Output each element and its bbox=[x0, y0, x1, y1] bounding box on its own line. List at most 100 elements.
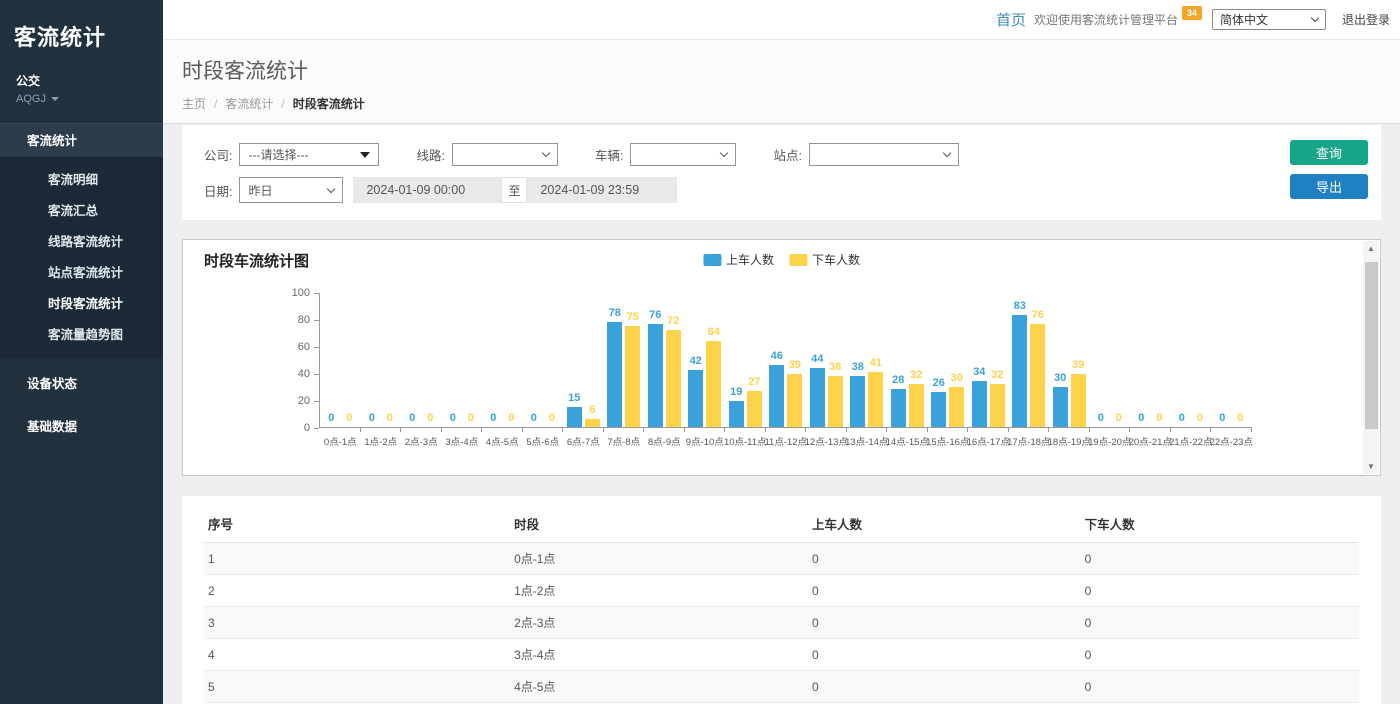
bar-value-label: 78 bbox=[609, 307, 621, 319]
bar-value-label: 0 bbox=[387, 412, 393, 424]
station-select[interactable] bbox=[809, 143, 959, 166]
table-row: 43点-4点00 bbox=[204, 639, 1359, 671]
filter-panel: 公司: ---请选择--- 线路: 车辆: 站点: 日期 bbox=[182, 125, 1381, 220]
sidebar-item[interactable]: 基础数据 bbox=[0, 404, 163, 447]
breadcrumb-item[interactable]: 客流统计 bbox=[225, 95, 273, 112]
bar-value-label: 34 bbox=[973, 366, 985, 378]
table-cell: 2 bbox=[204, 575, 510, 607]
y-axis-tickmark bbox=[314, 347, 319, 348]
bar-group: 343216点-17点 bbox=[968, 293, 1009, 427]
table-row: 54点-5点00 bbox=[204, 671, 1359, 703]
bar-value-label: 0 bbox=[1179, 412, 1185, 424]
breadcrumb-item[interactable]: 主页 bbox=[182, 95, 206, 112]
x-axis-label: 4点-5点 bbox=[486, 434, 519, 448]
legend-item[interactable]: 下车人数 bbox=[789, 251, 860, 268]
bar: 75 bbox=[625, 326, 640, 427]
bar-value-label: 0 bbox=[1197, 412, 1203, 424]
x-axis-label: 22点-23点 bbox=[1210, 434, 1253, 448]
date-range-select[interactable]: 昨日 bbox=[239, 177, 343, 203]
sidebar-section-passenger-stats[interactable]: 客流统计 bbox=[0, 121, 163, 158]
logout-link[interactable]: 退出登录 bbox=[1342, 11, 1390, 28]
bar: 19 bbox=[729, 401, 744, 427]
bar: 39 bbox=[1071, 374, 1086, 427]
table-cell: 0 bbox=[1081, 639, 1359, 671]
chart-bars: 000点-1点001点-2点002点-3点003点-4点004点-5点005点-… bbox=[319, 293, 1251, 428]
x-axis-label: 13点-14点 bbox=[845, 434, 888, 448]
export-button[interactable]: 导出 bbox=[1290, 174, 1368, 199]
bar-group: 0021点-22点 bbox=[1171, 293, 1212, 427]
table-row: 32点-3点00 bbox=[204, 607, 1359, 639]
date-range-value: 昨日 bbox=[248, 182, 272, 199]
bar-value-label: 0 bbox=[490, 412, 496, 424]
table-cell: 0点-1点 bbox=[510, 543, 808, 575]
table-row: 21点-2点00 bbox=[204, 575, 1359, 607]
company-select[interactable]: ---请选择--- bbox=[239, 143, 379, 166]
legend-swatch bbox=[789, 254, 807, 266]
bar-value-label: 6 bbox=[589, 404, 595, 416]
chart-scrollbar[interactable]: ▲ ▼ bbox=[1363, 241, 1379, 474]
y-axis-tickmark bbox=[314, 401, 319, 402]
chart-plot-area: 020406080100 000点-1点001点-2点002点-3点003点-4… bbox=[319, 293, 1251, 428]
home-link[interactable]: 首页 bbox=[996, 9, 1026, 30]
bar-group: 003点-4点 bbox=[442, 293, 483, 427]
legend-item[interactable]: 上车人数 bbox=[703, 251, 774, 268]
bar-value-label: 76 bbox=[649, 309, 661, 321]
bar: 32 bbox=[909, 384, 924, 427]
sidebar-submenu: 客流明细客流汇总线路客流统计站点客流统计时段客流统计客流量趋势图 bbox=[0, 158, 163, 358]
bar-value-label: 76 bbox=[1032, 309, 1044, 321]
account-dropdown[interactable]: AQGJ bbox=[0, 89, 163, 121]
bar-group: 263015点-16点 bbox=[928, 293, 969, 427]
sidebar-item[interactable]: 客流量趋势图 bbox=[0, 318, 163, 349]
chevron-down-icon bbox=[542, 149, 550, 157]
bar: 42 bbox=[688, 370, 703, 427]
bar-group: 001点-2点 bbox=[361, 293, 402, 427]
sidebar-item[interactable]: 客流汇总 bbox=[0, 194, 163, 225]
x-axis-label: 12点-13点 bbox=[805, 434, 848, 448]
y-axis-tickmark bbox=[314, 428, 319, 429]
table-cell: 1 bbox=[204, 543, 510, 575]
x-axis-label: 10点-11点 bbox=[724, 434, 767, 448]
chevron-down-icon bbox=[943, 149, 951, 157]
sidebar-item[interactable]: 客流明细 bbox=[0, 163, 163, 194]
bar: 44 bbox=[810, 368, 825, 427]
sidebar-item[interactable]: 设备状态 bbox=[0, 361, 163, 404]
bar: 46 bbox=[769, 365, 784, 427]
date-start-input[interactable]: 2024-01-09 00:00 bbox=[353, 177, 501, 203]
sidebar-item[interactable]: 线路客流统计 bbox=[0, 225, 163, 256]
bar-group: 000点-1点 bbox=[320, 293, 361, 427]
date-end-input[interactable]: 2024-01-09 23:59 bbox=[527, 177, 677, 203]
line-select[interactable] bbox=[452, 143, 558, 166]
page-header: 时段客流统计 主页/客流统计/时段客流统计 bbox=[163, 40, 1400, 124]
language-select[interactable]: 简体中文 bbox=[1212, 9, 1326, 30]
bar-value-label: 39 bbox=[789, 359, 801, 371]
table-cell: 3 bbox=[204, 607, 510, 639]
bar-group: 443812点-13点 bbox=[806, 293, 847, 427]
sidebar-item[interactable]: 时段客流统计 bbox=[0, 287, 163, 318]
table-header-row: 序号时段上车人数下车人数 bbox=[204, 504, 1359, 543]
scroll-down-icon[interactable]: ▼ bbox=[1363, 459, 1379, 474]
table-cell: 0 bbox=[808, 543, 1081, 575]
scrollbar-thumb[interactable] bbox=[1365, 262, 1378, 429]
table-cell: 3点-4点 bbox=[510, 639, 808, 671]
query-button[interactable]: 查询 bbox=[1290, 140, 1368, 165]
filter-buttons: 查询 导出 bbox=[1290, 140, 1368, 199]
bar-value-label: 0 bbox=[1156, 412, 1162, 424]
chevron-down-icon bbox=[327, 184, 335, 192]
data-table: 序号时段上车人数下车人数 10点-1点0021点-2点0032点-3点0043点… bbox=[204, 504, 1359, 704]
breadcrumb: 主页/客流统计/时段客流统计 bbox=[182, 95, 1400, 112]
chart-title: 时段车流统计图 bbox=[204, 250, 309, 271]
station-label: 站点: bbox=[773, 145, 801, 164]
bar-value-label: 26 bbox=[933, 377, 945, 389]
x-axis-label: 16点-17点 bbox=[967, 434, 1010, 448]
bar-value-label: 83 bbox=[1014, 300, 1026, 312]
x-axis-label: 15点-16点 bbox=[926, 434, 969, 448]
table-body: 10点-1点0021点-2点0032点-3点0043点-4点0054点-5点00… bbox=[204, 543, 1359, 704]
chevron-down-icon bbox=[720, 149, 728, 157]
sidebar-item[interactable]: 站点客流统计 bbox=[0, 256, 163, 287]
bar-group: 283214点-15点 bbox=[887, 293, 928, 427]
table-cell: 0 bbox=[808, 639, 1081, 671]
vehicle-select[interactable] bbox=[630, 143, 736, 166]
y-axis-label: 100 bbox=[286, 287, 310, 299]
bar-value-label: 0 bbox=[346, 412, 352, 424]
scroll-up-icon[interactable]: ▲ bbox=[1363, 241, 1379, 256]
